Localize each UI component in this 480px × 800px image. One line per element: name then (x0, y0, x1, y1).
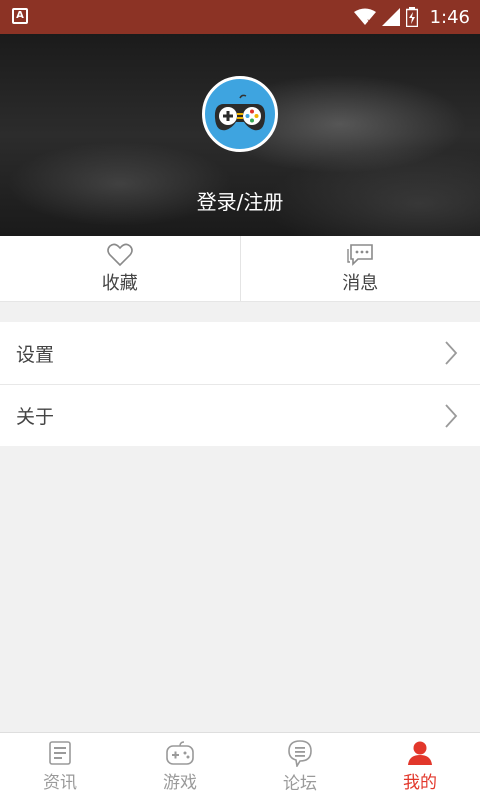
status-icons: x 1:46 (353, 0, 470, 34)
chevron-right-icon (445, 341, 458, 365)
nav-mine[interactable]: 我的 (360, 733, 480, 800)
signal-icon (381, 8, 400, 26)
gamepad-icon (166, 741, 194, 765)
heart-icon (106, 243, 133, 266)
login-register-link[interactable]: 登录/注册 (0, 186, 480, 215)
nav-forum[interactable]: 论坛 (240, 733, 360, 800)
notification-app-icon: A (12, 8, 28, 24)
menu-item-about[interactable]: 关于 (0, 384, 480, 446)
nav-forum-label: 论坛 (283, 774, 317, 794)
avatar[interactable] (202, 76, 278, 152)
notification-app-letter: A (16, 10, 24, 21)
menu-item-label: 设置 (16, 343, 55, 366)
status-bar: A x 1:46 (0, 0, 480, 34)
nav-news[interactable]: 资讯 (0, 733, 120, 800)
status-time: 1:46 (429, 6, 470, 28)
nav-mine-label: 我的 (403, 773, 437, 793)
menu-item-settings[interactable]: 设置 (0, 322, 480, 384)
nav-games[interactable]: 游戏 (120, 733, 240, 800)
forum-icon (288, 740, 312, 767)
nav-games-label: 游戏 (163, 773, 197, 793)
wifi-icon: x (353, 8, 376, 26)
battery-icon (405, 7, 418, 27)
gamepad-icon (214, 94, 266, 131)
chevron-right-icon (445, 403, 458, 428)
messages-label: 消息 (342, 272, 379, 294)
news-icon (49, 741, 71, 765)
bottom-nav: 资讯 游戏 论坛 我的 (0, 732, 480, 800)
svg-text:x: x (367, 17, 372, 26)
messages-button[interactable]: 消息 (239, 236, 480, 301)
favorites-button[interactable]: 收藏 (0, 236, 240, 301)
profile-header: 登录/注册 (0, 34, 480, 236)
menu-item-label: 关于 (16, 406, 55, 428)
favorites-label: 收藏 (101, 272, 138, 294)
settings-menu: 设置 关于 (0, 322, 480, 446)
user-icon (408, 741, 432, 765)
message-icon (347, 243, 374, 266)
nav-news-label: 资讯 (43, 773, 77, 793)
quick-actions: 收藏 消息 (0, 236, 480, 302)
